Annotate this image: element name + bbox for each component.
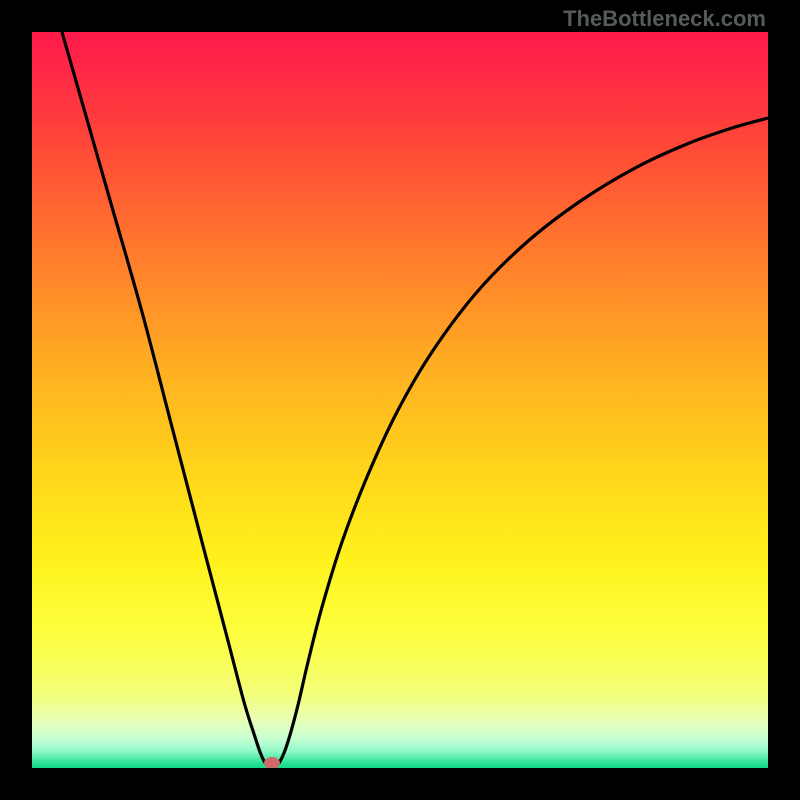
watermark-text: TheBottleneck.com — [563, 6, 766, 32]
minimum-marker — [264, 757, 280, 768]
plot-area — [32, 32, 768, 768]
bottleneck-curve — [62, 32, 768, 768]
curve-layer — [32, 32, 768, 768]
chart-frame: TheBottleneck.com — [0, 0, 800, 800]
